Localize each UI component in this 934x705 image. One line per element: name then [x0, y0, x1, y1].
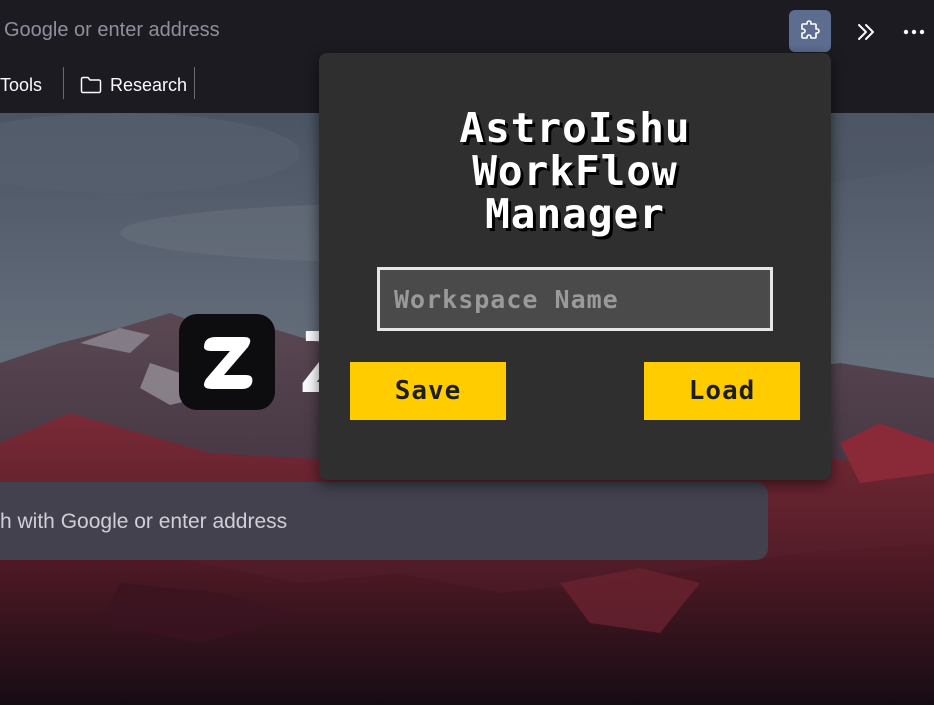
newtab-search-placeholder: h with Google or enter address — [0, 510, 288, 533]
load-button[interactable]: Load — [644, 362, 800, 420]
popup-title-line: AstroIshu — [459, 104, 691, 152]
bookmark-label: Tools — [0, 74, 43, 95]
folder-icon — [80, 76, 102, 94]
puzzle-piece-icon — [801, 20, 820, 39]
extension-button[interactable] — [789, 10, 831, 52]
bookmark-folder-tools[interactable]: Tools — [0, 65, 42, 105]
bookmark-separator — [63, 67, 64, 99]
workflow-manager-popup: AstroIshu WorkFlow Manager Save Load — [319, 53, 831, 480]
zen-logo-icon — [204, 337, 253, 389]
workspace-name-input[interactable] — [377, 267, 773, 331]
app-menu-button[interactable] — [902, 12, 934, 52]
double-chevron-right-icon — [858, 24, 874, 40]
popup-title-line: Manager — [485, 190, 665, 238]
bookmark-separator — [194, 67, 195, 99]
overflow-menu-button[interactable] — [846, 12, 886, 52]
ellipsis-icon — [903, 29, 925, 35]
address-bar[interactable]: Google or enter address — [4, 19, 220, 42]
popup-title-line: WorkFlow — [472, 147, 678, 195]
zen-logo-tile[interactable] — [179, 314, 275, 410]
bookmark-folder-research[interactable]: Research — [80, 65, 187, 105]
popup-title: AstroIshu WorkFlow Manager — [319, 107, 831, 236]
save-button[interactable]: Save — [350, 362, 506, 420]
bookmark-label: Research — [110, 74, 188, 95]
